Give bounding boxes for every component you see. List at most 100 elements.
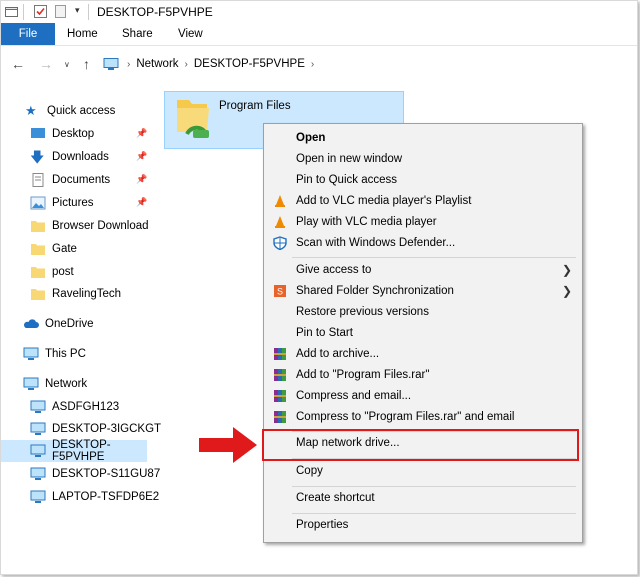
up-arrow-icon[interactable]: ↑: [83, 56, 90, 72]
documents-icon: [32, 173, 44, 187]
menu-item-compress-email[interactable]: Compress and email...: [264, 386, 582, 407]
customize-toolbar-icon[interactable]: ▾: [75, 5, 80, 16]
forward-arrow-icon[interactable]: →: [39, 56, 53, 72]
nav-item-label: Network: [45, 378, 88, 390]
menu-label: Add to "Program Files.rar": [296, 369, 430, 381]
back-arrow-icon[interactable]: ←: [11, 56, 25, 72]
menu-item-scan-defender[interactable]: Scan with Windows Defender...: [264, 233, 582, 254]
new-folder-quick-icon[interactable]: [54, 5, 67, 18]
menu-separator: [292, 486, 576, 487]
computer-icon: [30, 422, 46, 435]
menu-item-properties[interactable]: Properties: [264, 515, 582, 536]
nav-item-label: Desktop: [52, 128, 95, 140]
tab-share[interactable]: Share: [122, 23, 153, 45]
menu-label: Add to archive...: [296, 348, 380, 360]
menu-item-give-access[interactable]: Give access to ❯: [264, 260, 582, 281]
breadcrumb-network[interactable]: Network: [136, 58, 178, 70]
menu-item-open-new-window[interactable]: Open in new window: [264, 149, 582, 170]
nav-item-desktop[interactable]: Desktop 📌: [30, 123, 178, 145]
navigation-pane: ★ Quick access Desktop 📌 🡇 Downloads 📌 D…: [1, 81, 163, 574]
menu-item-add-to-rar[interactable]: Add to "Program Files.rar": [264, 365, 582, 386]
properties-quick-icon[interactable]: [34, 5, 47, 18]
chevron-right-icon[interactable]: ›: [127, 59, 130, 70]
nav-item-label: Downloads: [52, 151, 109, 163]
nav-item-post[interactable]: post: [30, 261, 178, 283]
pin-icon: 📌: [136, 128, 148, 138]
menu-item-add-archive[interactable]: Add to archive...: [264, 344, 582, 365]
winrar-icon: [274, 390, 286, 402]
nav-item-this-pc[interactable]: This PC: [23, 343, 171, 365]
nav-item-label: Pictures: [52, 197, 94, 209]
nav-item-onedrive[interactable]: OneDrive: [23, 313, 171, 335]
menu-label: Pin to Start: [296, 327, 353, 339]
pin-icon: 📌: [136, 174, 148, 184]
tab-view[interactable]: View: [178, 23, 203, 45]
winrar-icon: [274, 348, 286, 360]
nav-item-label: Documents: [52, 174, 111, 186]
network-icon: [23, 377, 39, 390]
menu-label: Compress and email...: [296, 390, 412, 402]
folder-icon: [31, 244, 45, 255]
sync-icon: S: [274, 285, 286, 297]
computer-icon: [23, 347, 39, 360]
title-bar: ▾ DESKTOP-F5PVHPE: [1, 1, 637, 23]
menu-label: Restore previous versions: [296, 306, 429, 318]
ribbon: File Home Share View: [1, 23, 637, 46]
nav-item-gate[interactable]: Gate: [30, 238, 178, 260]
menu-separator: [292, 513, 576, 514]
nav-item-network[interactable]: Network: [23, 373, 171, 395]
nav-item-ravelingtech[interactable]: RavelingTech: [30, 283, 178, 305]
tab-home[interactable]: Home: [67, 23, 98, 45]
nav-network-computer[interactable]: DESKTOP-3IGCKGT: [30, 418, 178, 440]
pin-icon: 📌: [136, 151, 148, 161]
nav-network-computer[interactable]: LAPTOP-TSFDP6E2: [30, 486, 178, 508]
menu-item-open[interactable]: Open: [264, 128, 582, 149]
menu-item-compress-rar-email[interactable]: Compress to "Program Files.rar" and emai…: [264, 407, 582, 428]
address-bar[interactable]: › Network › DESKTOP-F5PVHPE ›: [103, 55, 320, 73]
computer-icon: [30, 400, 46, 413]
chevron-right-icon: ❯: [561, 284, 572, 298]
menu-item-shared-folder-sync[interactable]: S Shared Folder Synchronization ❯: [264, 281, 582, 302]
chevron-right-icon[interactable]: ›: [311, 59, 314, 70]
menu-label: Scan with Windows Defender...: [296, 237, 456, 249]
computer-icon: [30, 467, 46, 480]
tab-file[interactable]: File: [1, 23, 55, 45]
menu-label: Create shortcut: [296, 492, 375, 504]
menu-item-pin-start[interactable]: Pin to Start: [264, 323, 582, 344]
menu-label: Give access to: [296, 264, 372, 276]
nav-item-pictures[interactable]: Pictures 📌: [30, 192, 178, 214]
network-computer-icon: [103, 57, 119, 70]
vlc-icon: [275, 195, 285, 207]
folder-name: Program Files: [219, 100, 291, 112]
quick-access-label: Quick access: [47, 105, 116, 117]
folder-app-icon: [5, 7, 18, 17]
nav-item-label: DESKTOP-F5PVHPE: [52, 439, 111, 463]
menu-item-copy[interactable]: Copy: [264, 461, 582, 482]
menu-item-restore-versions[interactable]: Restore previous versions: [264, 302, 582, 323]
nav-item-label: DESKTOP-3IGCKGT: [52, 423, 162, 435]
nav-network-computer-selected[interactable]: DESKTOP-F5PVHPE: [1, 439, 147, 463]
quick-access-item[interactable]: ★ Quick access: [25, 100, 173, 122]
nav-network-computer[interactable]: DESKTOP-S11GU87: [30, 463, 178, 485]
breadcrumb-computer[interactable]: DESKTOP-F5PVHPE: [194, 58, 305, 70]
chevron-right-icon[interactable]: ›: [185, 59, 188, 70]
nav-item-downloads[interactable]: 🡇 Downloads 📌: [30, 146, 178, 168]
context-menu: Open Open in new window Pin to Quick acc…: [263, 123, 583, 543]
svg-text:S: S: [277, 287, 283, 297]
menu-item-vlc-playlist[interactable]: Add to VLC media player's Playlist: [264, 191, 582, 212]
winrar-icon: [274, 369, 286, 381]
nav-item-label: DESKTOP-S11GU87: [52, 468, 161, 480]
navigation-bar: ← → ∨ ↑ › Network › DESKTOP-F5PVHPE ›: [1, 45, 637, 81]
nav-item-browser-download[interactable]: Browser Download: [30, 215, 178, 237]
nav-network-computer[interactable]: ASDFGH123: [30, 396, 178, 418]
nav-item-documents[interactable]: Documents 📌: [30, 169, 178, 191]
pictures-icon: [30, 196, 46, 210]
shared-folder-icon: [177, 100, 209, 138]
menu-label: Open in new window: [296, 153, 403, 165]
menu-item-create-shortcut[interactable]: Create shortcut: [264, 488, 582, 509]
menu-item-vlc-play[interactable]: Play with VLC media player: [264, 212, 582, 233]
nav-item-label: RavelingTech: [52, 288, 122, 300]
recent-locations-icon[interactable]: ∨: [64, 60, 70, 69]
menu-label: Pin to Quick access: [296, 174, 397, 186]
menu-item-pin-quick-access[interactable]: Pin to Quick access: [264, 170, 582, 191]
